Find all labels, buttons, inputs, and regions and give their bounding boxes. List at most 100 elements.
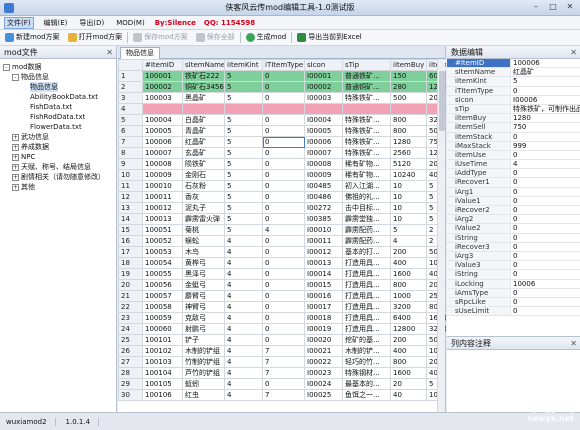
row-number[interactable]: 17	[118, 246, 143, 258]
property-row[interactable]: sItemName 红晶矿	[447, 68, 580, 78]
table-cell[interactable]: 4	[224, 389, 263, 401]
table-cell[interactable]: 霹雳配药...	[342, 224, 391, 236]
table-cell[interactable]: 5	[224, 191, 263, 203]
table-cell[interactable]: 0	[262, 257, 305, 269]
table-cell[interactable]	[262, 103, 305, 115]
row-number[interactable]: 25	[118, 334, 143, 346]
table-cell[interactable]: 400	[390, 345, 427, 357]
table-cell[interactable]: I00016	[304, 290, 343, 302]
table-row[interactable]: 23100059克敌弓40I00018打造用具...64001600	[118, 312, 446, 324]
table-cell[interactable]: 280	[390, 81, 427, 93]
table-cell[interactable]: 4	[224, 246, 263, 258]
tab-item-info[interactable]: 物品信息	[120, 47, 160, 59]
table-cell[interactable]: 稀有矿物...	[342, 158, 391, 170]
table-row[interactable]: 9 100008 陨铁矿 5 0 I00008 稀有矿物... 5120 20	[118, 158, 446, 170]
row-number[interactable]: 29	[118, 378, 143, 390]
tree-node[interactable]: FlowerData.txt	[3, 122, 116, 132]
property-value[interactable]: 0	[511, 215, 580, 223]
table-cell[interactable]: 挖矿的基...	[342, 334, 391, 346]
table-cell[interactable]: I00272	[304, 202, 343, 214]
table-cell[interactable]: 100060	[142, 323, 183, 335]
table-cell[interactable]: 0	[262, 334, 305, 346]
table-cell[interactable]: 4	[224, 323, 263, 335]
property-row[interactable]: iArg1 0	[447, 187, 580, 197]
table-cell[interactable]: 菊桃	[182, 224, 225, 236]
table-cell[interactable]: I00019	[304, 323, 343, 335]
row-number[interactable]: 30	[118, 389, 143, 401]
property-value[interactable]: 0	[511, 234, 580, 242]
table-cell[interactable]: 100006	[142, 136, 183, 148]
property-value[interactable]: 0	[511, 307, 580, 315]
table-cell[interactable]: I00013	[304, 257, 343, 269]
table-cell[interactable]: 100002	[142, 81, 183, 93]
table-cell[interactable]: 100055	[142, 268, 183, 280]
table-cell[interactable]: 5	[224, 169, 263, 181]
table-row[interactable]: 29 100105 蚯蚓 4 0 I00024 最基本的... 20 5	[118, 378, 446, 390]
table-cell[interactable]: 1000	[390, 290, 427, 302]
expand-toggle-icon[interactable]: -	[3, 63, 10, 71]
row-number[interactable]: 7	[118, 136, 143, 148]
table-cell[interactable]: 150	[390, 70, 427, 82]
table-cell[interactable]: 7	[262, 345, 305, 357]
table-cell[interactable]: 黑泽弓	[182, 268, 225, 280]
table-cell[interactable]: 100010	[142, 180, 183, 192]
table-cell[interactable]: 0	[262, 147, 305, 159]
expand-toggle-icon[interactable]: -	[12, 73, 19, 81]
table-cell[interactable]: 1600	[390, 268, 427, 280]
new-mod-button[interactable]: 新建mod方案	[2, 31, 63, 44]
table-cell[interactable]: 特殊钢材...	[342, 367, 391, 379]
table-cell[interactable]: 4	[224, 268, 263, 280]
table-cell[interactable]: I00002	[304, 81, 343, 93]
property-row[interactable]: sIcon I00006	[447, 95, 580, 105]
table-cell[interactable]: I00003	[304, 92, 343, 104]
table-cell[interactable]: 200	[390, 246, 427, 258]
table-cell[interactable]: I00011	[304, 235, 343, 247]
table-cell[interactable]: 芦竹的铲组	[182, 367, 225, 379]
table-cell[interactable]: 40	[390, 389, 427, 401]
table-cell[interactable]: 100011	[142, 191, 183, 203]
table-row[interactable]: 13 100012 泥丸子 5 0 I00272 击中目标... 10 5	[118, 202, 446, 214]
property-value[interactable]: 0	[511, 169, 580, 177]
property-row[interactable]: iArg2 0	[447, 215, 580, 225]
table-cell[interactable]: I00004	[304, 114, 343, 126]
table-cell[interactable]: I00023	[304, 367, 343, 379]
table-cell[interactable]: 4	[224, 257, 263, 269]
table-cell[interactable]: 射鹏弓	[182, 323, 225, 335]
table-cell[interactable]: 打造用具...	[342, 268, 391, 280]
property-value[interactable]: 特殊铁矿，可制作出品质较高的武器	[511, 105, 580, 113]
table-cell[interactable]: I00485	[304, 180, 343, 192]
table-row[interactable]: 19 100055 黑泽弓 4 0 I00014 打造用具... 1600 400	[118, 268, 446, 280]
table-cell[interactable]: 100054	[142, 257, 183, 269]
tree-node[interactable]: + 武功信息	[3, 132, 116, 142]
table-row[interactable]: 11 100010 石灰粉 5 0 I00485 初入江湖... 10 5	[118, 180, 446, 192]
row-number[interactable]: 24	[118, 323, 143, 335]
table-cell[interactable]: 100004	[142, 114, 183, 126]
property-row[interactable]: iItemBuy 1280	[447, 114, 580, 124]
table-cell[interactable]: 100013	[142, 213, 183, 225]
column-header[interactable]: #ItemID	[142, 59, 183, 71]
table-cell[interactable]: 4	[262, 224, 305, 236]
table-cell[interactable]: 5	[224, 125, 263, 137]
property-row[interactable]: iRecover1 0	[447, 178, 580, 188]
close-icon[interactable]: ✕	[570, 46, 577, 59]
row-number[interactable]: 12	[118, 191, 143, 203]
table-cell[interactable]: 金蜓弓	[182, 279, 225, 291]
row-number[interactable]: 15	[118, 224, 143, 236]
table-cell[interactable]: 100003	[142, 92, 183, 104]
row-number[interactable]: 19	[118, 268, 143, 280]
table-row[interactable]: 21 100057 麝臂弓 4 0 I00016 打造用具... 1000 250	[118, 290, 446, 302]
table-cell[interactable]: 初入江湖...	[342, 180, 391, 192]
table-cell[interactable]	[224, 103, 263, 115]
table-cell[interactable]: 7	[262, 367, 305, 379]
property-row[interactable]: iValue2 0	[447, 224, 580, 234]
property-value[interactable]: 5	[511, 77, 580, 85]
property-row[interactable]: iArg3 0	[447, 251, 580, 262]
table-cell[interactable]: 蜈蚣	[182, 235, 225, 247]
property-row[interactable]: iValue3 0	[447, 261, 580, 271]
table-cell[interactable]: I00025	[304, 389, 343, 401]
table-row[interactable]: 20 100056 金蜓弓 4 0 I00015 打造用具... 800 200	[118, 279, 446, 291]
table-row[interactable]: 6 100005 青晶矿 5 0 I00005 特殊铁矿... 800 50	[118, 125, 446, 137]
property-value[interactable]: 0	[511, 197, 580, 205]
table-cell[interactable]: 5	[224, 158, 263, 170]
row-number[interactable]: 26	[118, 345, 143, 357]
